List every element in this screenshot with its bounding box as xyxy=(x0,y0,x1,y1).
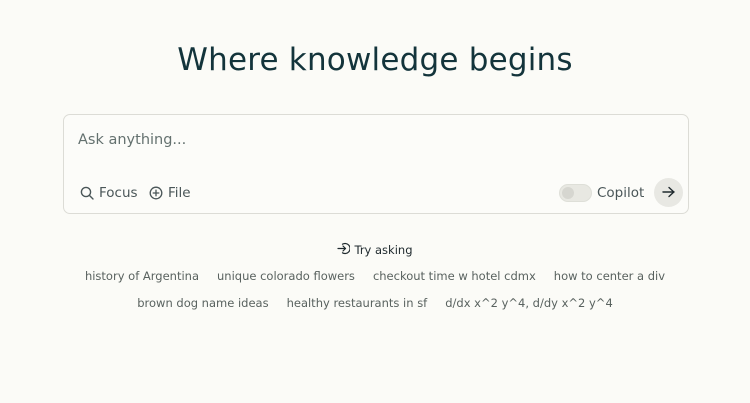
search-icon xyxy=(80,186,94,200)
copilot-label: Copilot xyxy=(597,185,645,201)
suggestion-checkout-time[interactable]: checkout time w hotel cdmx xyxy=(373,269,536,283)
page-title: Where knowledge begins xyxy=(177,42,573,78)
copilot-toggle[interactable] xyxy=(559,184,592,202)
suggestion-derivatives[interactable]: d/dx x^2 y^4, d/dy x^2 y^4 xyxy=(445,296,613,310)
sign-in-arrow-icon xyxy=(337,242,352,258)
copilot-toggle-knob xyxy=(562,187,574,199)
suggestion-history-argentina[interactable]: history of Argentina xyxy=(85,269,199,283)
try-asking-header: Try asking xyxy=(0,242,750,258)
ask-input[interactable] xyxy=(78,129,668,151)
plus-circle-icon xyxy=(149,186,163,200)
suggestion-dog-names[interactable]: brown dog name ideas xyxy=(137,296,268,310)
ask-box: Focus File Copilot xyxy=(63,114,689,214)
suggestion-center-div[interactable]: how to center a div xyxy=(554,269,665,283)
suggestion-colorado-flowers[interactable]: unique colorado flowers xyxy=(217,269,355,283)
arrow-right-icon xyxy=(662,183,675,202)
try-asking-label: Try asking xyxy=(354,243,413,257)
suggestions-row-1: history of Argentina unique colorado flo… xyxy=(0,269,750,283)
submit-button[interactable] xyxy=(654,178,683,207)
focus-label: Focus xyxy=(99,185,138,201)
focus-button[interactable]: Focus xyxy=(80,183,138,203)
file-button[interactable]: File xyxy=(149,183,191,203)
suggestions-row-2: brown dog name ideas healthy restaurants… xyxy=(0,296,750,310)
file-label: File xyxy=(168,185,191,201)
suggestion-healthy-restaurants[interactable]: healthy restaurants in sf xyxy=(287,296,428,310)
page: Where knowledge begins Focus File xyxy=(0,0,750,403)
